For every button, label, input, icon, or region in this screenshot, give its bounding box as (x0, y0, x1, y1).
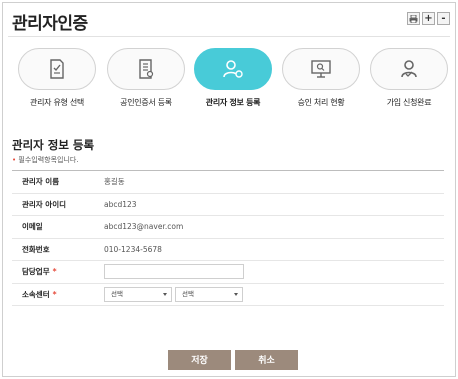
duty-required-mark: * (52, 267, 57, 277)
center-label-text: 소속센터 (22, 289, 50, 299)
id-label: 관리자 아이디 (22, 199, 67, 209)
step-2: 공인인증서 등록 (103, 48, 189, 108)
title-divider (8, 36, 450, 37)
name-label: 관리자 이름 (22, 177, 60, 187)
center-select-2-value: 선택 (182, 289, 194, 298)
step-4-label: 승인 처리 현황 (297, 98, 345, 107)
step-2-pill (107, 48, 185, 90)
name-value: 홍길동 (104, 177, 125, 187)
section-title: 관리자 정보 등록 (12, 138, 95, 152)
duty-label-text: 담당업무 (22, 267, 50, 277)
form-row-email: 이메일 abcd123@naver.com (12, 216, 444, 239)
required-note: • 필수입력항목입니다. (12, 155, 79, 165)
center-required-mark: * (52, 289, 57, 299)
step-5-label: 가입 신청완료 (386, 98, 432, 107)
required-note-mark: • (12, 156, 17, 164)
step-4: 승인 처리 현황 (278, 48, 364, 108)
step-5: 가입 신청완료 (366, 48, 452, 108)
zoom-out-button[interactable]: - (437, 12, 450, 25)
center-select-1[interactable]: 선택 (104, 286, 172, 302)
center-select-2[interactable]: 선택 (175, 286, 243, 302)
user-check-icon (401, 60, 417, 78)
step-4-pill (282, 48, 360, 90)
step-2-label: 공인인증서 등록 (120, 98, 172, 107)
phone-label: 전화번호 (22, 244, 50, 254)
step-5-pill (370, 48, 448, 90)
checklist-icon (50, 59, 64, 79)
user-edit-icon (223, 60, 243, 78)
step-1-label: 관리자 유형 선택 (30, 98, 84, 107)
form-row-duty: 담당업무 * (12, 261, 444, 284)
page-tools: + - (407, 12, 450, 25)
form-row-name: 관리자 이름 홍길동 (12, 171, 444, 194)
form-row-center: 소속센터 * 선택 선택 (12, 284, 444, 306)
save-button[interactable]: 저장 (168, 350, 231, 370)
email-label: 이메일 (22, 222, 43, 232)
duty-input[interactable] (104, 264, 244, 280)
step-3-pill (194, 48, 272, 90)
email-value: abcd123@naver.com (104, 222, 184, 232)
step-indicator: 관리자 유형 선택 공인인증서 등록 관리자 정보 등록 승인 처리 현황 가입… (0, 48, 458, 112)
phone-value: 010-1234-5678 (104, 244, 162, 254)
required-note-text: 필수입력항목입니다. (18, 156, 79, 164)
cancel-button[interactable]: 취소 (235, 350, 298, 370)
monitor-search-icon (311, 60, 331, 78)
step-3-label: 관리자 정보 등록 (205, 98, 261, 107)
page-title: 관리자인증 (12, 14, 88, 34)
step-1-pill (18, 48, 96, 90)
center-label: 소속센터 * (12, 289, 104, 300)
duty-label: 담당업무 * (12, 266, 104, 277)
print-icon[interactable] (407, 12, 420, 25)
step-1: 관리자 유형 선택 (14, 48, 100, 108)
chevron-down-icon (234, 292, 238, 296)
zoom-in-button[interactable]: + (422, 12, 435, 25)
admin-info-form: 관리자 이름 홍길동 관리자 아이디 abcd123 이메일 abcd123@n… (12, 170, 444, 306)
certificate-document-icon (139, 59, 154, 79)
step-3: 관리자 정보 등록 (190, 48, 276, 108)
chevron-down-icon (163, 292, 167, 296)
form-row-id: 관리자 아이디 abcd123 (12, 194, 444, 216)
center-select-1-value: 선택 (111, 289, 123, 298)
id-value: abcd123 (104, 199, 137, 209)
form-row-phone: 전화번호 010-1234-5678 (12, 239, 444, 261)
